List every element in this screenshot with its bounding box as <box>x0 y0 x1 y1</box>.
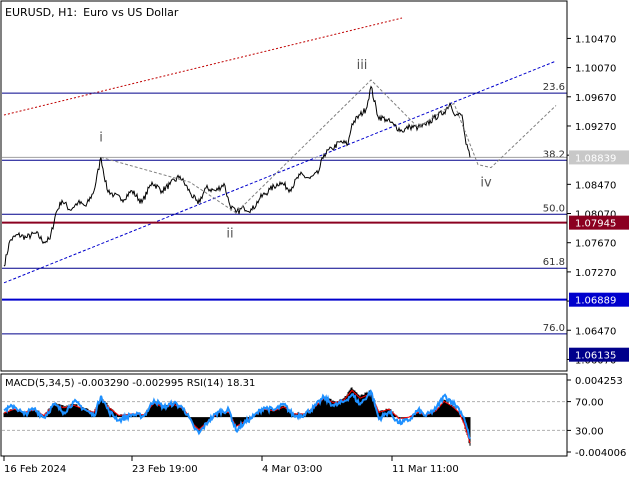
chart-window: 23.6 38.2 50.0 61.8 76.0 i ii iii iv 1.10470 1.1… <box>0 0 640 480</box>
chart-canvas[interactable]: 23.638.250.061.876.0 iiiiiiiv 1.104701.1… <box>0 0 640 480</box>
price-tag-label: 1.08839 <box>575 153 616 164</box>
price-tag-label: 1.06135 <box>575 351 616 362</box>
indicator-tick-label: 70.00 <box>575 398 604 409</box>
price-tick-label: 1.10070 <box>575 64 616 75</box>
time-tick-label: 11 Mar 11:00 <box>392 464 459 475</box>
price-axis: 1.104701.100701.096701.092701.088701.084… <box>567 34 616 366</box>
indicator-tick-label: 30.00 <box>575 426 604 437</box>
fib-level-label: 23.6 <box>543 82 565 93</box>
symbol-timeframe: EURUSD, H1: <box>5 6 77 19</box>
price-tag-label: 1.07945 <box>575 219 616 230</box>
price-tick-label: 1.07670 <box>575 239 616 250</box>
macd-histogram <box>3 387 471 446</box>
instrument-description: Euro vs US Dollar <box>83 6 179 19</box>
time-tick-label: 4 Mar 03:00 <box>262 464 322 475</box>
wave-label: ii <box>226 227 233 242</box>
wave-label: iv <box>480 176 492 191</box>
price-tag-label: 1.06889 <box>575 296 616 307</box>
indicator-label: MACD(5,34,5) -0.003290 -0.002995 RSI(14)… <box>5 378 255 389</box>
wave-label: i <box>99 130 103 145</box>
wave-path <box>100 79 557 214</box>
indicator-tick-label: -0.004006 <box>575 448 626 459</box>
fib-level-label: 61.8 <box>543 257 565 268</box>
price-line <box>3 85 471 267</box>
indicator-tick-label: 0.004253 <box>575 376 623 387</box>
time-tick-label: 16 Feb 2024 <box>4 464 66 475</box>
time-axis: 16 Feb 2024 23 Feb 19:00 4 Mar 03:00 11 Mar… <box>3 456 459 475</box>
indicator-axis: 0.004253 70.00 30.00 -0.004006 <box>567 376 626 459</box>
fib-level-label: 38.2 <box>543 149 565 160</box>
price-tick-label: 1.09270 <box>575 122 616 133</box>
red-channel-line <box>3 17 403 116</box>
wave-label: iii <box>357 58 368 73</box>
fib-level-label: 76.0 <box>543 323 565 334</box>
price-tick-label: 1.08470 <box>575 180 616 191</box>
price-tick-label: 1.06470 <box>575 326 616 337</box>
price-series <box>3 85 471 267</box>
time-tick-label: 23 Feb 19:00 <box>132 464 198 475</box>
blue-channel-line <box>3 60 557 284</box>
price-tick-label: 1.10470 <box>575 34 616 45</box>
price-tick-label: 1.09670 <box>575 93 616 104</box>
price-tick-label: 1.07270 <box>575 268 616 279</box>
fib-level-label: 50.0 <box>543 203 565 214</box>
chart-title: EURUSD, H1: Euro vs US Dollar <box>5 6 179 19</box>
indicator-series <box>2 387 567 446</box>
